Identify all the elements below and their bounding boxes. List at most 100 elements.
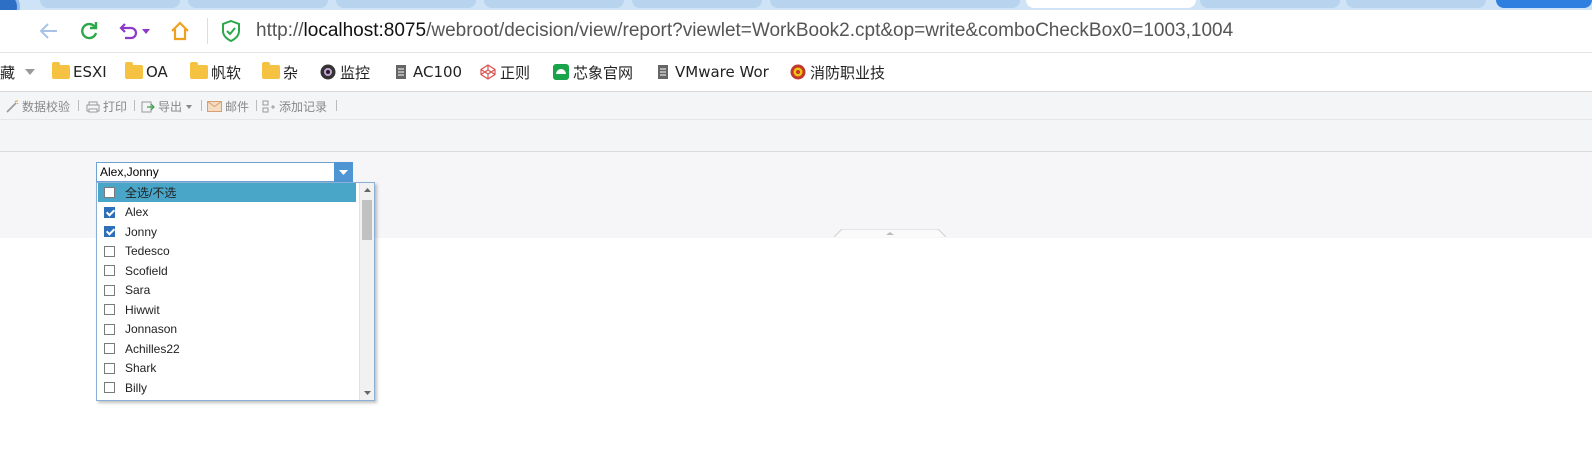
checkbox[interactable] (104, 265, 115, 276)
caret-down-icon (186, 104, 193, 109)
printer-icon (86, 101, 100, 112)
combo-dropdown-button[interactable] (334, 162, 353, 182)
collapse-handle[interactable] (834, 229, 946, 237)
bookmark-regex[interactable]: 正则 (480, 62, 530, 82)
reload-button[interactable] (76, 18, 102, 44)
security-shield-button[interactable] (218, 18, 244, 44)
checkbox[interactable] (104, 206, 115, 218)
list-item[interactable]: Jonnason (98, 320, 356, 339)
bookmark-folder-fanruan[interactable]: 帆软 (190, 62, 241, 82)
option-label: Jonnason (125, 322, 178, 336)
option-label: Hiwwit (125, 302, 160, 317)
wand-icon (6, 100, 19, 113)
email-button[interactable]: 邮件 (207, 98, 249, 115)
add-record-button[interactable]: 添加记录 (262, 98, 327, 115)
browser-tab[interactable] (336, 0, 476, 8)
option-label: Billy (125, 380, 148, 395)
bookmark-label: AC100 (413, 63, 463, 81)
combo-input[interactable] (100, 165, 330, 179)
export-button[interactable]: 导出 (141, 98, 193, 115)
divider (201, 100, 202, 111)
browser-tab[interactable] (1200, 0, 1340, 8)
bookmark-label: 芯象官网 (573, 63, 634, 82)
browser-tab[interactable] (632, 0, 762, 8)
bookmark-vmware[interactable]: VMware Wor (655, 62, 769, 82)
select-all-option[interactable]: 全选/不选 (98, 183, 356, 202)
checkbox[interactable] (104, 382, 115, 393)
page-icon (396, 65, 406, 79)
caret-down-icon (339, 169, 348, 175)
browser-tab[interactable] (484, 0, 624, 8)
divider (134, 100, 135, 111)
dropdown-scrollbar[interactable] (359, 183, 375, 400)
bookmark-label: 消防职业技 (810, 63, 886, 82)
folder-icon (125, 62, 143, 79)
checkbox[interactable] (104, 245, 115, 257)
url-field[interactable]: http://localhost:8075/webroot/decision/v… (256, 20, 1233, 42)
browser-tab[interactable] (770, 0, 1020, 8)
browser-tab[interactable] (1346, 0, 1486, 8)
export-icon (141, 101, 155, 113)
undo-dropdown-button[interactable] (139, 18, 153, 44)
address-bar: http://localhost:8075/webroot/decision/v… (0, 10, 1592, 53)
checkbox[interactable] (104, 187, 115, 198)
list-item[interactable]: Billy (98, 378, 356, 397)
checkbox[interactable] (104, 362, 115, 374)
list-item[interactable]: Sara (98, 281, 356, 300)
folder-icon (52, 62, 70, 79)
undo-button[interactable] (115, 18, 141, 44)
badge-icon (790, 64, 806, 80)
email-label: 邮件 (225, 100, 250, 114)
bookmark-folder-esxi[interactable]: ESXI (52, 62, 107, 82)
list-item[interactable]: Alex (98, 203, 356, 222)
bookmark-monitor[interactable]: 监控 (320, 62, 370, 82)
list-item[interactable]: Hiwwit (98, 300, 356, 319)
bookmark-ac100[interactable]: AC100 (393, 62, 462, 82)
bookmark-label: 监控 (340, 63, 371, 82)
bookmark-label: 藏 (0, 63, 16, 82)
bookmark-xinxiang[interactable]: 芯象官网 (553, 62, 633, 82)
validate-label: 数据校验 (22, 100, 71, 114)
back-button[interactable] (36, 18, 62, 44)
add-record-icon (262, 100, 275, 113)
home-icon (171, 21, 189, 41)
page-icon (658, 65, 668, 79)
combo-checkbox[interactable] (96, 162, 353, 182)
checkbox[interactable] (104, 284, 115, 296)
option-label: Alex (125, 205, 149, 219)
scroll-up-arrow-icon[interactable] (360, 184, 375, 196)
checkbox[interactable] (104, 323, 115, 335)
browser-tab-active[interactable] (1026, 0, 1196, 8)
divider (78, 100, 79, 111)
browser-tab[interactable] (40, 0, 180, 8)
bookmark-item[interactable]: 藏 (0, 62, 36, 82)
new-tab-button[interactable] (1496, 0, 1592, 8)
list-item[interactable]: Jonny (98, 222, 356, 241)
add-record-label: 添加记录 (279, 100, 328, 114)
list-item[interactable]: Tedesco (98, 242, 356, 261)
checkbox[interactable] (104, 304, 115, 315)
browser-tab[interactable] (188, 0, 328, 8)
list-item[interactable]: Scofield (98, 261, 356, 280)
bookmark-label: OA (146, 63, 168, 81)
scrollbar-thumb[interactable] (362, 200, 372, 240)
bookmark-folder-misc[interactable]: 杂 (262, 62, 298, 82)
checkbox[interactable] (104, 226, 115, 237)
home-button[interactable] (167, 18, 193, 44)
print-button[interactable]: 打印 (86, 98, 127, 115)
bookmark-folder-oa[interactable]: OA (125, 62, 168, 82)
scroll-down-arrow-icon[interactable] (360, 387, 375, 399)
bookmark-fire-training[interactable]: 消防职业技 (790, 62, 885, 82)
list-item[interactable]: Shark (98, 359, 356, 378)
validate-button[interactable]: 数据校验 (5, 98, 70, 115)
bookmark-label: 正则 (500, 63, 531, 82)
url-host: localhost:8075 (303, 20, 427, 41)
checkbox[interactable] (104, 343, 115, 354)
parameter-bar (0, 120, 1592, 152)
divider (336, 100, 337, 111)
list-item[interactable]: Achilles22 (98, 339, 356, 358)
option-label: 全选/不选 (125, 186, 177, 200)
option-label: Achilles22 (125, 341, 180, 356)
option-label: Sara (125, 283, 151, 297)
browser-tab-strip (0, 0, 1592, 10)
